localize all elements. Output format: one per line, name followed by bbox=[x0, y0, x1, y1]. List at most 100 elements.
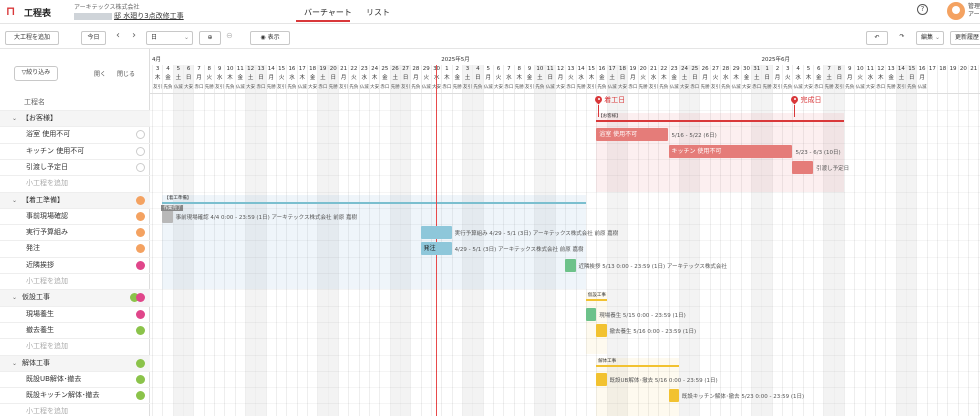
assignee-avatar[interactable] bbox=[136, 195, 145, 205]
process-row[interactable]: 実行予算組み bbox=[0, 224, 150, 240]
scale-select[interactable]: 日 ⌄ bbox=[146, 31, 193, 45]
chevron-down-icon[interactable]: ⌄ bbox=[12, 111, 17, 126]
day-number: 25 bbox=[381, 66, 389, 72]
group-bar[interactable] bbox=[596, 364, 679, 367]
assignee-avatar[interactable] bbox=[136, 309, 145, 319]
assignee-avatar[interactable] bbox=[136, 293, 145, 303]
add-subprocess-row[interactable]: 小工程を追加 bbox=[0, 175, 150, 191]
help-icon[interactable]: ? bbox=[917, 4, 928, 15]
process-row[interactable]: 撤去養生 bbox=[0, 321, 150, 338]
milestone-marker[interactable]: 完成日 bbox=[791, 95, 821, 105]
task-bar[interactable] bbox=[162, 209, 173, 223]
group-bar-label: 解体工事 bbox=[598, 358, 617, 364]
day-number: 4 bbox=[796, 66, 800, 72]
assignee-placeholder-icon[interactable] bbox=[136, 130, 145, 140]
project-name[interactable]: 邸 水廻り3点改修工事 bbox=[74, 11, 184, 21]
day-number: 25 bbox=[691, 66, 699, 72]
process-group-row[interactable]: ⌄ 解体工事 bbox=[0, 354, 150, 371]
group-bar[interactable] bbox=[162, 201, 586, 204]
chevron-down-icon[interactable]: ⌄ bbox=[12, 356, 17, 371]
tab-barchart[interactable]: バーチャート bbox=[304, 7, 352, 18]
task-bar-info: 引渡し予定日 bbox=[816, 165, 850, 172]
task-bar[interactable] bbox=[596, 372, 607, 386]
group-bar[interactable] bbox=[596, 120, 845, 122]
process-row[interactable]: 浴室 使用不可 bbox=[0, 126, 150, 142]
process-row[interactable]: 既設キッチン解体･撤去 bbox=[0, 387, 150, 403]
task-bar[interactable]: キッチン 使用不可 bbox=[668, 144, 793, 158]
process-group-row[interactable]: ⌄ 【着工準備】 bbox=[0, 191, 150, 208]
redo-button[interactable]: ↷ bbox=[891, 31, 913, 45]
weekday-label: 火 bbox=[206, 75, 213, 81]
task-bar-info: 現場養生 5/15 0:00 - 23:59 (1日) bbox=[599, 312, 686, 319]
process-group-row[interactable]: ⌄ 【お客様】 bbox=[0, 110, 150, 127]
day-number: 21 bbox=[970, 66, 978, 72]
zoom-out-icon[interactable]: ⊖ bbox=[226, 30, 233, 42]
task-bar[interactable]: 発注 bbox=[420, 242, 452, 256]
chevron-down-icon[interactable]: ⌄ bbox=[12, 290, 17, 305]
assignee-placeholder-icon[interactable] bbox=[136, 162, 145, 172]
rokuyo-label: 先負 bbox=[535, 85, 545, 90]
rokuyo-label: 仏滅 bbox=[235, 85, 245, 90]
tab-list[interactable]: リスト bbox=[366, 7, 390, 18]
process-row[interactable]: 既設UB解体･撤去 bbox=[0, 370, 150, 387]
edit-select[interactable]: 編集 ⌄ bbox=[916, 31, 944, 45]
filter-button[interactable]: ▽絞り込み bbox=[14, 66, 58, 81]
next-icon[interactable]: › bbox=[132, 30, 136, 42]
process-row[interactable]: キッチン 使用不可 bbox=[0, 142, 150, 159]
day-number: 11 bbox=[546, 66, 554, 72]
app-header: ⊓ 工程表 アーキテックス株式会社 邸 水廻り3点改修工事 バーチャート リスト… bbox=[0, 0, 980, 24]
collapse-all-button[interactable]: 閉じる bbox=[117, 69, 135, 78]
assignee-avatar[interactable] bbox=[136, 260, 145, 270]
process-row[interactable]: 事前現場確認 bbox=[0, 207, 150, 224]
expand-all-button[interactable]: 開く bbox=[94, 69, 106, 78]
assignee-avatar[interactable] bbox=[136, 228, 145, 238]
weekday-label: 木 bbox=[805, 75, 812, 81]
process-row[interactable]: 発注 bbox=[0, 240, 150, 256]
chevron-down-icon[interactable]: ⌄ bbox=[12, 193, 17, 208]
task-bar[interactable]: 浴室 使用不可 bbox=[596, 128, 669, 142]
task-bar-info: 4/29 - 5/1 (3日) アーキテックス株式会社 前原 嘉樹 bbox=[454, 247, 584, 254]
today-button[interactable]: 今日 bbox=[81, 31, 106, 45]
rokuyo-label: 仏滅 bbox=[297, 85, 307, 90]
assignee-avatar[interactable] bbox=[136, 211, 145, 221]
weekday-label: 木 bbox=[733, 75, 739, 81]
group-bar[interactable] bbox=[585, 299, 607, 302]
process-row[interactable]: 現場養生 bbox=[0, 305, 150, 322]
prev-icon[interactable]: ‹ bbox=[116, 30, 120, 42]
user-avatar[interactable] bbox=[947, 2, 965, 20]
task-bar[interactable] bbox=[792, 160, 814, 174]
assignee-avatar[interactable] bbox=[136, 374, 145, 384]
task-bar[interactable] bbox=[668, 389, 679, 403]
rokuyo-label: 先負 bbox=[845, 85, 855, 90]
task-bar[interactable] bbox=[585, 307, 597, 321]
add-main-process-button[interactable]: 大工程を追加 bbox=[5, 31, 59, 45]
day-number: 17 bbox=[298, 66, 306, 72]
day-number: 12 bbox=[247, 66, 255, 72]
day-number: 11 bbox=[236, 66, 244, 72]
display-button[interactable]: ◉ 表示 bbox=[250, 31, 290, 45]
process-group-row[interactable]: ⌄ 仮設工事 bbox=[0, 289, 150, 306]
add-subprocess-row[interactable]: 小工程を追加 bbox=[0, 403, 150, 419]
milestone-marker[interactable]: 着工日 bbox=[595, 95, 625, 105]
day-number: 5 bbox=[806, 66, 811, 72]
weekday-label: 日 bbox=[547, 75, 553, 81]
assignee-avatar[interactable] bbox=[136, 325, 145, 335]
process-row[interactable]: 引渡し予定日 bbox=[0, 158, 150, 175]
task-bar[interactable] bbox=[596, 323, 607, 337]
add-subprocess-row[interactable]: 小工程を追加 bbox=[0, 338, 150, 354]
add-subprocess-row[interactable]: 小工程を追加 bbox=[0, 273, 150, 289]
assignee-avatar[interactable] bbox=[136, 391, 145, 401]
task-bar[interactable] bbox=[420, 226, 452, 240]
zoom-in-button[interactable]: ⊕ bbox=[199, 31, 221, 45]
day-number: 6 bbox=[817, 66, 821, 72]
undo-button[interactable]: ↶ bbox=[866, 31, 888, 45]
task-bar[interactable] bbox=[565, 258, 576, 272]
history-button[interactable]: 更新履歴 bbox=[950, 31, 980, 45]
assignee-placeholder-icon[interactable] bbox=[136, 146, 145, 156]
assignee-avatar[interactable] bbox=[136, 358, 145, 368]
rokuyo-label: 先負 bbox=[349, 85, 359, 90]
map-pin-icon bbox=[595, 96, 602, 105]
process-row[interactable]: 近隣挨拶 bbox=[0, 256, 150, 273]
gantt-chart[interactable]: 4月 2025年5月 2025年6月 3 木友引 4 金先負 5 土仏滅 6 日大安 7 月赤口 8 火先勝… bbox=[150, 49, 980, 416]
assignee-avatar[interactable] bbox=[136, 244, 145, 254]
